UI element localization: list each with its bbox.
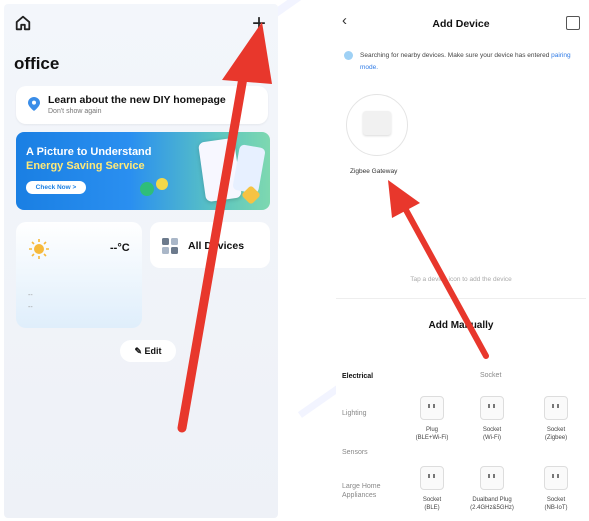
banner-title: A Picture to Understand — [26, 146, 152, 158]
location-pin-icon — [28, 97, 40, 111]
device-name: Socket — [546, 427, 566, 433]
device-socket-ble[interactable]: Socket (BLE) — [406, 466, 458, 512]
bluetooth-search-icon — [344, 51, 353, 60]
scan-icon[interactable] — [566, 16, 580, 30]
gateway-icon — [363, 111, 391, 135]
category-lighting[interactable]: Lighting — [342, 409, 367, 418]
dont-show-again-link[interactable]: Don't show again — [48, 108, 101, 115]
device-protocol: (Wi-Fi) — [483, 435, 501, 441]
page-title: office — [14, 54, 60, 73]
device-plug-ble-wifi[interactable]: Plug (BLE+Wi-Fi) — [406, 396, 458, 442]
coin-illustration — [140, 182, 154, 196]
grid-icon — [162, 238, 178, 254]
socket-icon — [420, 466, 444, 490]
search-status: Searching for nearby devices. Make sure … — [344, 50, 572, 74]
plus-icon[interactable]: + — [252, 12, 266, 36]
device-protocol: (BLE+Wi-Fi) — [415, 435, 449, 441]
device-name: Socket — [546, 497, 566, 503]
category-large-home-appliances[interactable]: Large Home Appliances — [342, 482, 392, 500]
tap-hint: Tap a device icon to add the device — [410, 276, 512, 283]
add-device-screen: ‹ Add Device Searching for nearby device… — [336, 4, 586, 518]
temperature-value: --°C — [110, 242, 130, 254]
device-name: Dualband Plug — [472, 497, 512, 503]
check-now-button[interactable]: Check Now > — [26, 181, 86, 194]
section-header-socket: Socket — [480, 372, 502, 379]
device-dualband-plug[interactable]: Dualband Plug (2.4GHz&5GHz) — [460, 466, 524, 512]
socket-icon — [480, 466, 504, 490]
diy-card-title: Learn about the new DIY homepage — [48, 94, 226, 106]
all-devices-label: All Devices — [188, 240, 245, 252]
pencil-icon: ✎ — [134, 346, 145, 356]
home-icon[interactable] — [14, 14, 32, 32]
category-electrical[interactable]: Electrical — [342, 372, 373, 381]
page-title: Add Device — [432, 18, 490, 30]
device-protocol: (2.4GHz&5GHz) — [470, 505, 514, 511]
add-manually-title: Add Manually — [428, 320, 494, 331]
home-screen: + office Learn about the new DIY homepag… — [4, 4, 278, 518]
socket-icon — [420, 396, 444, 420]
weather-card[interactable]: --°C -- -- — [16, 222, 142, 328]
device-socket-zigbee[interactable]: Socket (Zigbee) — [530, 396, 582, 442]
device-socket-nb-iot[interactable]: Socket (NB-IoT) — [530, 466, 582, 512]
device-name: Socket — [482, 427, 502, 433]
device-name: Plug — [425, 427, 438, 433]
device-protocol: (NB-IoT) — [544, 505, 568, 511]
search-status-text: Searching for nearby devices. Make sure … — [360, 52, 550, 59]
edit-label: Edit — [144, 346, 162, 356]
weather-detail: -- — [28, 292, 33, 299]
zigbee-gateway-device[interactable] — [346, 94, 408, 156]
device-name: Socket — [422, 497, 442, 503]
diy-homepage-card[interactable]: Learn about the new DIY homepage Don't s… — [16, 86, 268, 124]
coin-illustration — [156, 178, 168, 190]
device-protocol: (Zigbee) — [544, 435, 568, 441]
device-socket-wifi[interactable]: Socket (Wi-Fi) — [466, 396, 518, 442]
socket-icon — [544, 396, 568, 420]
socket-icon — [544, 466, 568, 490]
category-sensors[interactable]: Sensors — [342, 448, 368, 457]
edit-button[interactable]: ✎ Edit — [120, 340, 176, 362]
all-devices-card[interactable]: All Devices — [150, 222, 270, 268]
sun-icon — [29, 239, 49, 259]
banner-subtitle: Energy Saving Service — [26, 160, 145, 172]
energy-saving-banner[interactable]: A Picture to Understand Energy Saving Se… — [16, 132, 270, 210]
weather-detail: -- — [28, 304, 33, 311]
device-protocol: (BLE) — [424, 505, 440, 511]
gateway-label: Zigbee Gateway — [350, 168, 398, 175]
divider — [336, 298, 586, 299]
socket-icon — [480, 396, 504, 420]
